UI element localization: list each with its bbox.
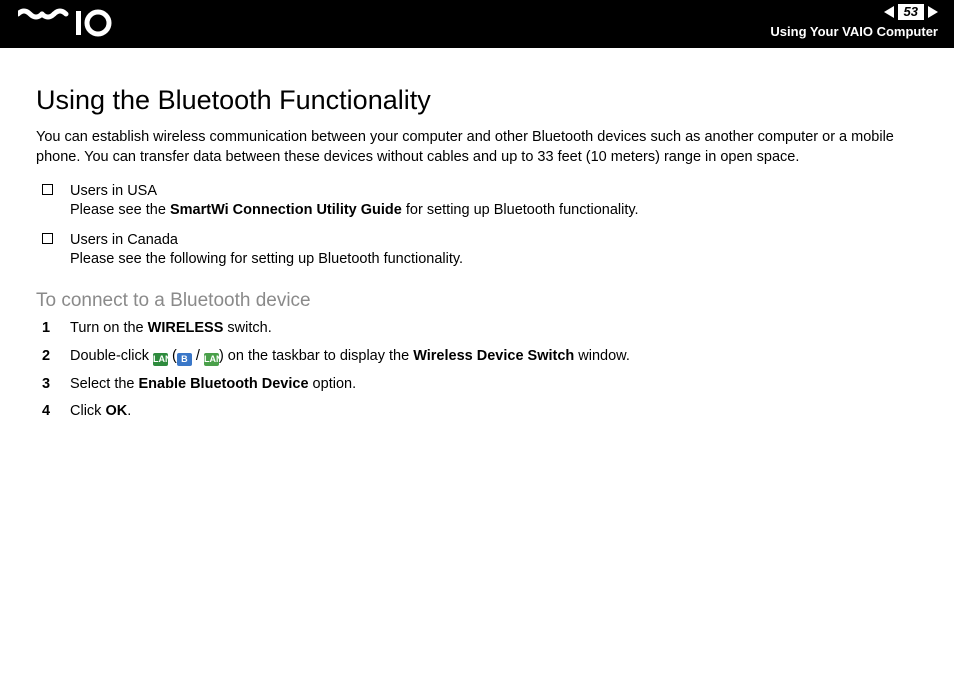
step-text-mid1: ( — [168, 348, 177, 364]
step-number: 4 — [42, 402, 50, 422]
taskbar-bluetooth-icon: B — [177, 353, 192, 366]
bullet-line2-bold: SmartWi Connection Utility Guide — [170, 202, 402, 218]
page-nav: 53 — [884, 4, 938, 20]
list-item: Users in USA Please see the SmartWi Conn… — [36, 182, 918, 221]
step-item: 2 Double-click LAN (B / LAN) on the task… — [36, 347, 918, 367]
step-text-post: . — [127, 403, 131, 419]
subheading: To connect to a Bluetooth device — [36, 288, 918, 314]
vaio-logo-icon — [18, 8, 114, 38]
step-text-post: option. — [309, 376, 357, 392]
step-text-bold: Wireless Device Switch — [413, 348, 574, 364]
bullet-line1: Users in USA — [70, 183, 157, 199]
step-number: 2 — [42, 347, 50, 367]
header-bar: 53 Using Your VAIO Computer — [0, 0, 954, 48]
vaio-logo — [18, 8, 114, 45]
page-number: 53 — [898, 4, 924, 20]
step-text-bold: OK — [105, 403, 127, 419]
bullet-icon — [42, 184, 53, 195]
step-number: 1 — [42, 319, 50, 339]
page-content: Using the Bluetooth Functionality You ca… — [0, 48, 954, 422]
page-title: Using the Bluetooth Functionality — [36, 82, 918, 118]
bullet-line2-pre: Please see the — [70, 202, 170, 218]
step-item: 3 Select the Enable Bluetooth Device opt… — [36, 375, 918, 395]
bullet-line2-pre: Please see the following for setting up … — [70, 251, 463, 267]
step-text-pre: Turn on the — [70, 320, 148, 336]
steps-list: 1 Turn on the WIRELESS switch. 2 Double-… — [36, 319, 918, 421]
step-text-bold: Enable Bluetooth Device — [139, 376, 309, 392]
bullet-line2-post: for setting up Bluetooth functionality. — [402, 202, 639, 218]
section-label: Using Your VAIO Computer — [770, 24, 938, 39]
step-text-pre: Select the — [70, 376, 139, 392]
bullet-line1: Users in Canada — [70, 232, 178, 248]
next-page-arrow-icon[interactable] — [928, 6, 938, 18]
taskbar-lan2-icon: LAN — [204, 353, 219, 366]
step-item: 4 Click OK. — [36, 402, 918, 422]
step-text-pre: Double-click — [70, 348, 153, 364]
step-text-pre: Click — [70, 403, 105, 419]
prev-page-arrow-icon[interactable] — [884, 6, 894, 18]
step-number: 3 — [42, 375, 50, 395]
step-text-mid2: / — [192, 348, 204, 364]
intro-paragraph: You can establish wireless communication… — [36, 128, 918, 167]
step-text-bold: WIRELESS — [148, 320, 224, 336]
list-item: Users in Canada Please see the following… — [36, 231, 918, 270]
notes-list: Users in USA Please see the SmartWi Conn… — [36, 182, 918, 270]
step-text-mid3: ) on the taskbar to display the — [219, 348, 413, 364]
step-text-post: window. — [574, 348, 630, 364]
bullet-icon — [42, 233, 53, 244]
taskbar-lan-icon: LAN — [153, 353, 168, 366]
step-item: 1 Turn on the WIRELESS switch. — [36, 319, 918, 339]
step-text-post: switch. — [223, 320, 271, 336]
